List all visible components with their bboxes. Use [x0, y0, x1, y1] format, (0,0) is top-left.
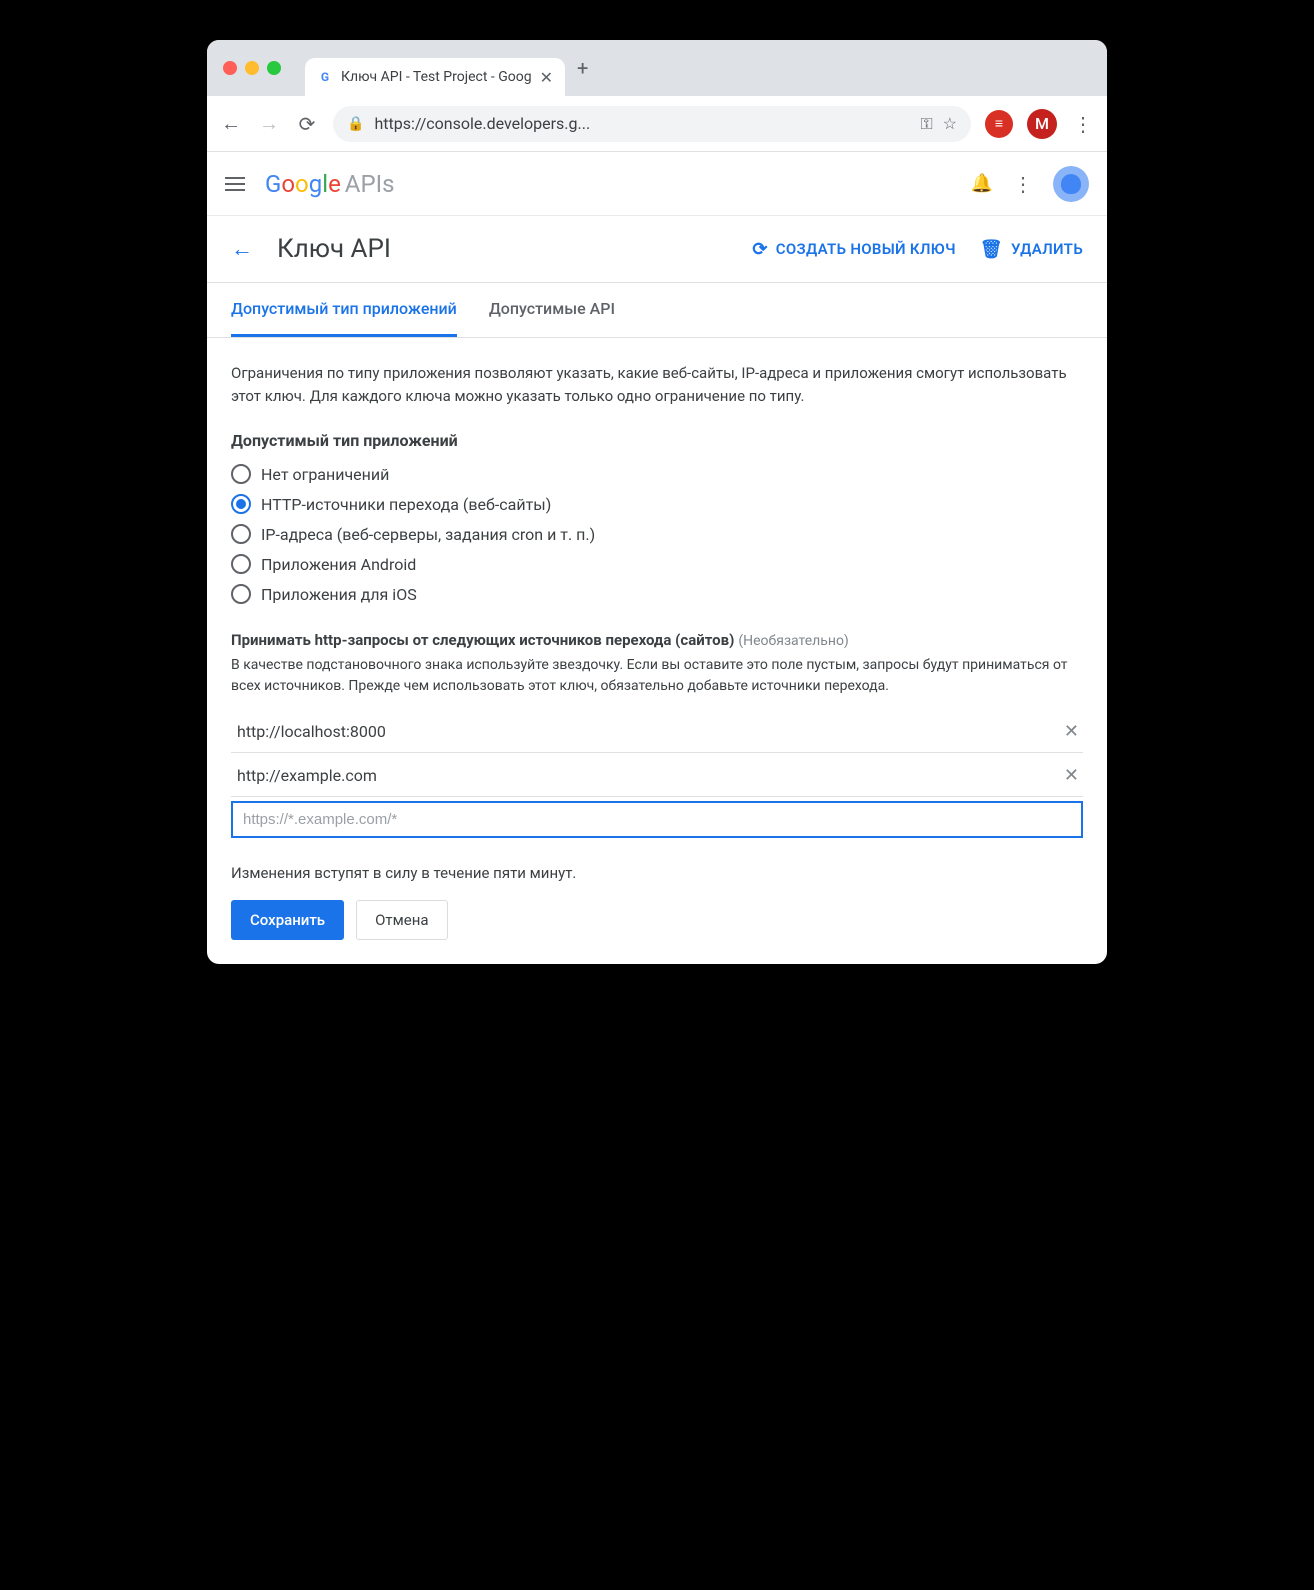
extension-icon[interactable]: ≡: [985, 110, 1013, 138]
favicon-google-icon: G: [317, 69, 333, 85]
remove-referrer-icon[interactable]: ✕: [1064, 721, 1079, 742]
app-type-radio-group: Нет ограничений HTTP-источники перехода …: [231, 464, 1083, 604]
create-new-key-label: СОЗДАТЬ НОВЫЙ КЛЮЧ: [776, 240, 956, 258]
gapi-header: Google APIs 🔔 ⋮: [207, 152, 1107, 216]
referrer-row: http://localhost:8000 ✕: [231, 709, 1083, 753]
referrer-row: http://example.com ✕: [231, 753, 1083, 797]
lock-icon: 🔒: [347, 116, 364, 132]
radio-option-android[interactable]: Приложения Android: [231, 554, 1083, 574]
browser-tab[interactable]: G Ключ API - Test Project - Goog ✕: [305, 58, 565, 96]
back-arrow-icon[interactable]: ←: [231, 236, 253, 262]
radio-label: Приложения Android: [261, 555, 416, 574]
tab-apis[interactable]: Допустимые API: [489, 283, 615, 337]
content-area: Ограничения по типу приложения позволяют…: [207, 338, 1107, 964]
notifications-icon[interactable]: 🔔: [971, 173, 993, 194]
referrers-section: Принимать http-запросы от следующих исто…: [231, 630, 1083, 838]
form-actions: Сохранить Отмена: [231, 900, 1083, 940]
browser-tab-title: Ключ API - Test Project - Goog: [341, 69, 532, 85]
window-controls: [223, 61, 281, 75]
create-new-key-button[interactable]: ⟳ СОЗДАТЬ НОВЫЙ КЛЮЧ: [752, 239, 955, 260]
restrictions-description: Ограничения по типу приложения позволяют…: [231, 362, 1083, 407]
refresh-icon: ⟳: [752, 239, 767, 260]
forward-icon[interactable]: →: [257, 111, 281, 136]
browser-menu-icon[interactable]: ⋮: [1071, 112, 1095, 136]
radio-icon: [231, 554, 251, 574]
delete-button[interactable]: 🗑 УДАЛИТЬ: [980, 239, 1083, 260]
cancel-button[interactable]: Отмена: [356, 900, 447, 940]
propagation-notice: Изменения вступят в силу в течение пяти …: [231, 864, 1083, 882]
hamburger-menu-icon[interactable]: [225, 177, 245, 191]
delete-label: УДАЛИТЬ: [1011, 240, 1083, 258]
trash-icon: 🗑: [980, 239, 1003, 260]
remove-referrer-icon[interactable]: ✕: [1064, 765, 1079, 786]
logo-google: Google: [265, 170, 341, 198]
tabs-row: Допустимый тип приложений Допустимые API: [207, 283, 1107, 338]
radio-icon: [231, 464, 251, 484]
close-tab-icon[interactable]: ✕: [540, 68, 553, 87]
page-title-row: ← Ключ API ⟳ СОЗДАТЬ НОВЫЙ КЛЮЧ 🗑 УДАЛИТ…: [207, 216, 1107, 283]
radio-option-none[interactable]: Нет ограничений: [231, 464, 1083, 484]
close-window-button[interactable]: [223, 61, 237, 75]
address-bar[interactable]: 🔒 https://console.developers.g... ⚿ ☆: [333, 106, 971, 142]
referrers-heading: Принимать http-запросы от следующих исто…: [231, 631, 734, 649]
reload-icon[interactable]: ⟳: [295, 112, 319, 136]
back-icon[interactable]: ←: [219, 111, 243, 136]
new-tab-button[interactable]: +: [577, 56, 588, 80]
star-icon[interactable]: ☆: [943, 114, 957, 133]
optional-label: (Необязательно): [738, 633, 848, 649]
referrer-value: http://localhost:8000: [237, 722, 386, 741]
more-menu-icon[interactable]: ⋮: [1013, 172, 1033, 196]
page-title: Ключ API: [277, 234, 728, 264]
radio-icon: [231, 584, 251, 604]
app-types-heading: Допустимый тип приложений: [231, 431, 1083, 450]
url-toolbar: ← → ⟳ 🔒 https://console.developers.g... …: [207, 96, 1107, 152]
referrer-value: http://example.com: [237, 766, 377, 785]
save-button[interactable]: Сохранить: [231, 900, 344, 940]
radio-option-ip-addresses[interactable]: IP-адреса (веб-серверы, задания cron и т…: [231, 524, 1083, 544]
radio-option-ios[interactable]: Приложения для iOS: [231, 584, 1083, 604]
profile-avatar[interactable]: M: [1027, 109, 1057, 139]
window-titlebar: G Ключ API - Test Project - Goog ✕ +: [207, 40, 1107, 96]
referrer-list: http://localhost:8000 ✕ http://example.c…: [231, 709, 1083, 838]
tab-app-types[interactable]: Допустимый тип приложений: [231, 283, 457, 337]
radio-label: IP-адреса (веб-серверы, задания cron и т…: [261, 525, 595, 544]
add-referrer-input[interactable]: [231, 801, 1083, 838]
logo-apis: APIs: [345, 170, 395, 198]
url-text: https://console.developers.g...: [374, 114, 910, 133]
radio-icon: [231, 494, 251, 514]
radio-icon: [231, 524, 251, 544]
radio-label: HTTP-источники перехода (веб-сайты): [261, 495, 551, 514]
key-icon[interactable]: ⚿: [920, 114, 932, 134]
minimize-window-button[interactable]: [245, 61, 259, 75]
browser-window: G Ключ API - Test Project - Goog ✕ + ← →…: [207, 40, 1107, 964]
radio-label: Приложения для iOS: [261, 585, 417, 604]
radio-label: Нет ограничений: [261, 465, 389, 484]
referrers-description: В качестве подстановочного знака использ…: [231, 655, 1083, 697]
maximize-window-button[interactable]: [267, 61, 281, 75]
account-avatar[interactable]: [1053, 166, 1089, 202]
logo[interactable]: Google APIs: [265, 170, 395, 198]
radio-option-http-referrers[interactable]: HTTP-источники перехода (веб-сайты): [231, 494, 1083, 514]
